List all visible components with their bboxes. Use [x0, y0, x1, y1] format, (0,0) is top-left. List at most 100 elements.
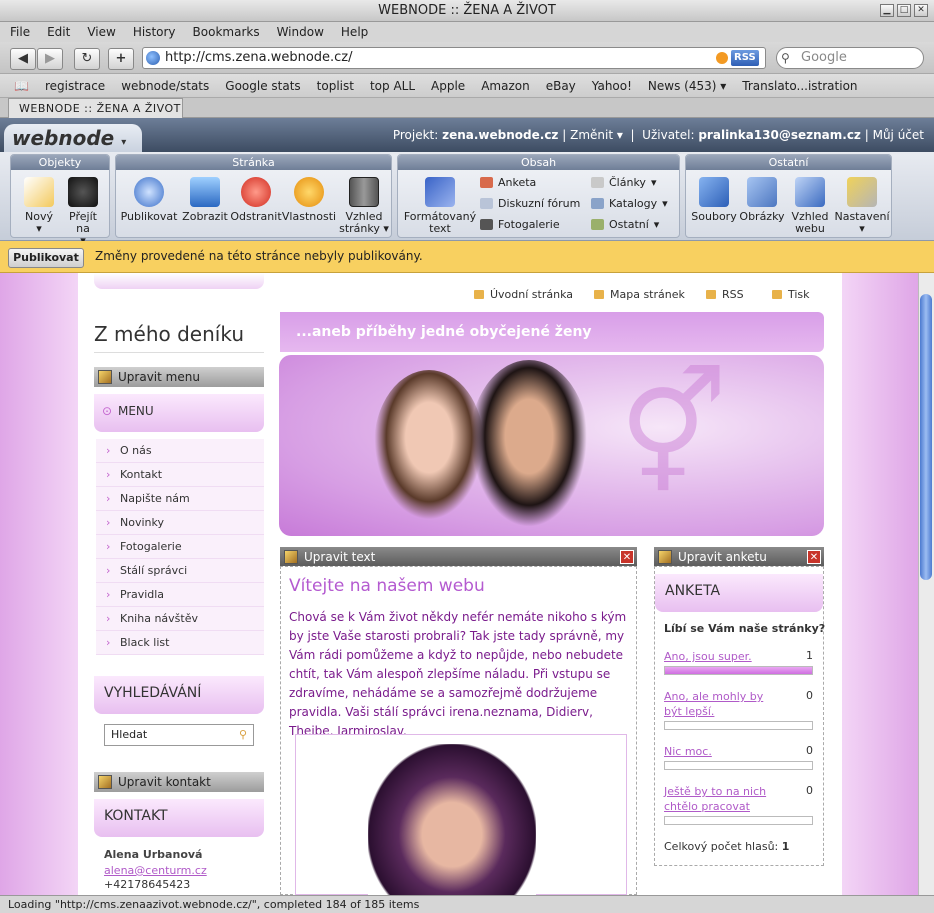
poll-option-2[interactable]: Ano, ale mohly by být lepší.	[664, 689, 784, 719]
menu-item-kniha-navstev[interactable]: Kniha návštěv	[96, 607, 264, 631]
menu-item-stali-spravci[interactable]: Stálí správci	[96, 559, 264, 583]
tab-webnode[interactable]: WEBNODE :: ŽENA A ŽIVOT	[8, 98, 183, 118]
articles-tool[interactable]: Články ▾	[591, 176, 656, 189]
menu-history[interactable]: History	[133, 22, 176, 42]
feed-icon[interactable]	[716, 52, 728, 64]
new-tab-button[interactable]: +	[108, 48, 134, 70]
maximize-icon[interactable]: □	[897, 4, 911, 17]
search-icon[interactable]: ⚲	[239, 725, 247, 745]
poll-option-3[interactable]: Nic moc.	[664, 744, 784, 759]
poll-tool[interactable]: Anketa	[480, 176, 536, 189]
edit-text-bar[interactable]: Upravit text ✕	[280, 547, 637, 567]
menu-item-pravidla[interactable]: Pravidla	[96, 583, 264, 607]
images-button[interactable]: Obrázky	[738, 177, 786, 223]
reload-button[interactable]: ↻	[74, 48, 100, 70]
close-icon[interactable]: ✕	[914, 4, 928, 17]
bookmark-item[interactable]: eBay	[546, 74, 576, 97]
back-button[interactable]: ◀	[10, 48, 36, 70]
toplink-sitemap[interactable]: Mapa stránek	[594, 288, 685, 301]
bookmark-item[interactable]: Yahoo!	[592, 74, 632, 97]
menu-item-napiste-nam[interactable]: Napište nám	[96, 487, 264, 511]
page-look-button[interactable]: Vzhled stránky ▾	[338, 177, 390, 235]
menu-bookmarks[interactable]: Bookmarks	[193, 22, 260, 42]
header-image: ⚥	[279, 355, 824, 536]
contact-name: Alena Urbanová	[104, 848, 203, 861]
menu-view[interactable]: View	[87, 22, 115, 42]
rss-button[interactable]: RSS	[731, 50, 759, 66]
settings-button[interactable]: Nastavení ▾	[834, 177, 890, 235]
contact-phone: +42178645423	[104, 878, 191, 891]
gallery-tool[interactable]: Fotogalerie	[480, 218, 560, 231]
contact-email[interactable]: alena@centurm.cz	[104, 864, 207, 877]
toplink-rss[interactable]: RSS	[706, 288, 744, 301]
bookmark-item[interactable]: News (453) ▾	[648, 74, 726, 97]
other-tool[interactable]: Ostatní ▾	[591, 218, 659, 231]
bookmark-item[interactable]: Apple	[431, 74, 465, 97]
minimize-icon[interactable]: ▁	[880, 4, 894, 17]
menu-item-kontakt[interactable]: Kontakt	[96, 463, 264, 487]
address-bar[interactable]: http://cms.zena.webnode.cz/	[142, 47, 766, 69]
bookmark-item[interactable]: Translato...istration	[742, 74, 857, 97]
menu-item-novinky[interactable]: Novinky	[96, 511, 264, 535]
bookmark-item[interactable]: webnode/stats	[121, 74, 209, 97]
book-icon[interactable]: 📖	[14, 74, 29, 97]
close-icon[interactable]: ✕	[620, 550, 634, 564]
edit-contact-bar[interactable]: Upravit kontakt	[94, 772, 264, 792]
navigation-toolbar: ◀ ▶ ↻ + http://cms.zena.webnode.cz/ RSS …	[0, 42, 934, 74]
catalog-icon	[591, 198, 604, 209]
poll-option-1[interactable]: Ano, jsou super.	[664, 649, 784, 664]
contact-header: KONTAKT	[94, 799, 264, 837]
woman-face	[374, 370, 484, 520]
edit-menu-bar[interactable]: Upravit menu	[94, 367, 264, 387]
forward-button[interactable]: ▶	[37, 48, 63, 70]
close-icon[interactable]: ✕	[807, 550, 821, 564]
menu-window[interactable]: Window	[277, 22, 324, 42]
forward-icon: ▶	[45, 51, 55, 66]
new-button[interactable]: Nový ▾	[17, 177, 61, 235]
site-slogan[interactable]: ...aneb příběhy jedné obyčejené ženy	[280, 312, 824, 352]
view-button[interactable]: Zobrazit	[178, 177, 232, 223]
site-search-input[interactable]: Hledat ⚲	[104, 724, 254, 746]
properties-button[interactable]: Vlastnosti	[280, 177, 338, 223]
goto-button[interactable]: Přejít na▾	[61, 177, 105, 247]
group-stranka: Stránka Publikovat Zobrazit Odstranit Vl…	[115, 154, 392, 238]
webnode-logo[interactable]: webnode ▾	[4, 124, 142, 152]
forum-tool[interactable]: Diskuzní fórum	[480, 197, 580, 210]
change-project-button[interactable]: Změnit	[570, 128, 613, 142]
menu-item-fotogalerie[interactable]: Fotogalerie	[96, 535, 264, 559]
publish-button[interactable]: Publikovat	[120, 177, 178, 223]
scrollbar-thumb[interactable]	[920, 294, 932, 580]
search-placeholder: Google	[801, 50, 847, 65]
catalogs-tool[interactable]: Katalogy ▾	[591, 197, 668, 210]
menu-item-o-nas[interactable]: O nás	[96, 439, 264, 463]
site-search-text: Hledat	[111, 728, 148, 741]
bookmark-item[interactable]: top ALL	[370, 74, 415, 97]
web-look-button[interactable]: Vzhled webu	[786, 177, 834, 235]
toplink-print[interactable]: Tisk	[772, 288, 810, 301]
bookmark-item[interactable]: Google stats	[225, 74, 300, 97]
menu-file[interactable]: File	[10, 22, 30, 42]
site-title[interactable]: Z mého deníku	[94, 322, 244, 346]
left-decoration	[0, 273, 78, 895]
edit-poll-bar[interactable]: Upravit anketu ✕	[654, 547, 824, 567]
bookmark-item[interactable]: toplist	[317, 74, 354, 97]
files-button[interactable]: Soubory	[690, 177, 738, 223]
search-input[interactable]: Google	[776, 47, 924, 69]
menu-help[interactable]: Help	[341, 22, 368, 42]
menu-edit[interactable]: Edit	[47, 22, 70, 42]
poll-option-4[interactable]: Ještě by to na nich chtělo pracovat	[664, 784, 784, 814]
left-top-tab	[94, 273, 264, 289]
window-title-text: WEBNODE :: ŽENA A ŽIVOT	[378, 3, 556, 18]
user-name: pralinka130@seznam.cz	[698, 128, 861, 142]
formatted-text-button[interactable]: Formátovaný text	[402, 177, 478, 235]
toplink-home[interactable]: Úvodní stránka	[474, 288, 573, 301]
delete-button[interactable]: Odstranit	[228, 177, 284, 223]
search-icon: ⚲	[781, 51, 790, 65]
menu-item-black-list[interactable]: Black list	[96, 631, 264, 655]
print-icon	[772, 290, 782, 299]
bookmark-item[interactable]: Amazon	[481, 74, 530, 97]
images-label: Obrázky	[739, 210, 785, 223]
bookmark-item[interactable]: registrace	[45, 74, 105, 97]
my-account-link[interactable]: Můj účet	[873, 128, 924, 142]
publish-notice-button[interactable]: Publikovat	[8, 248, 84, 268]
